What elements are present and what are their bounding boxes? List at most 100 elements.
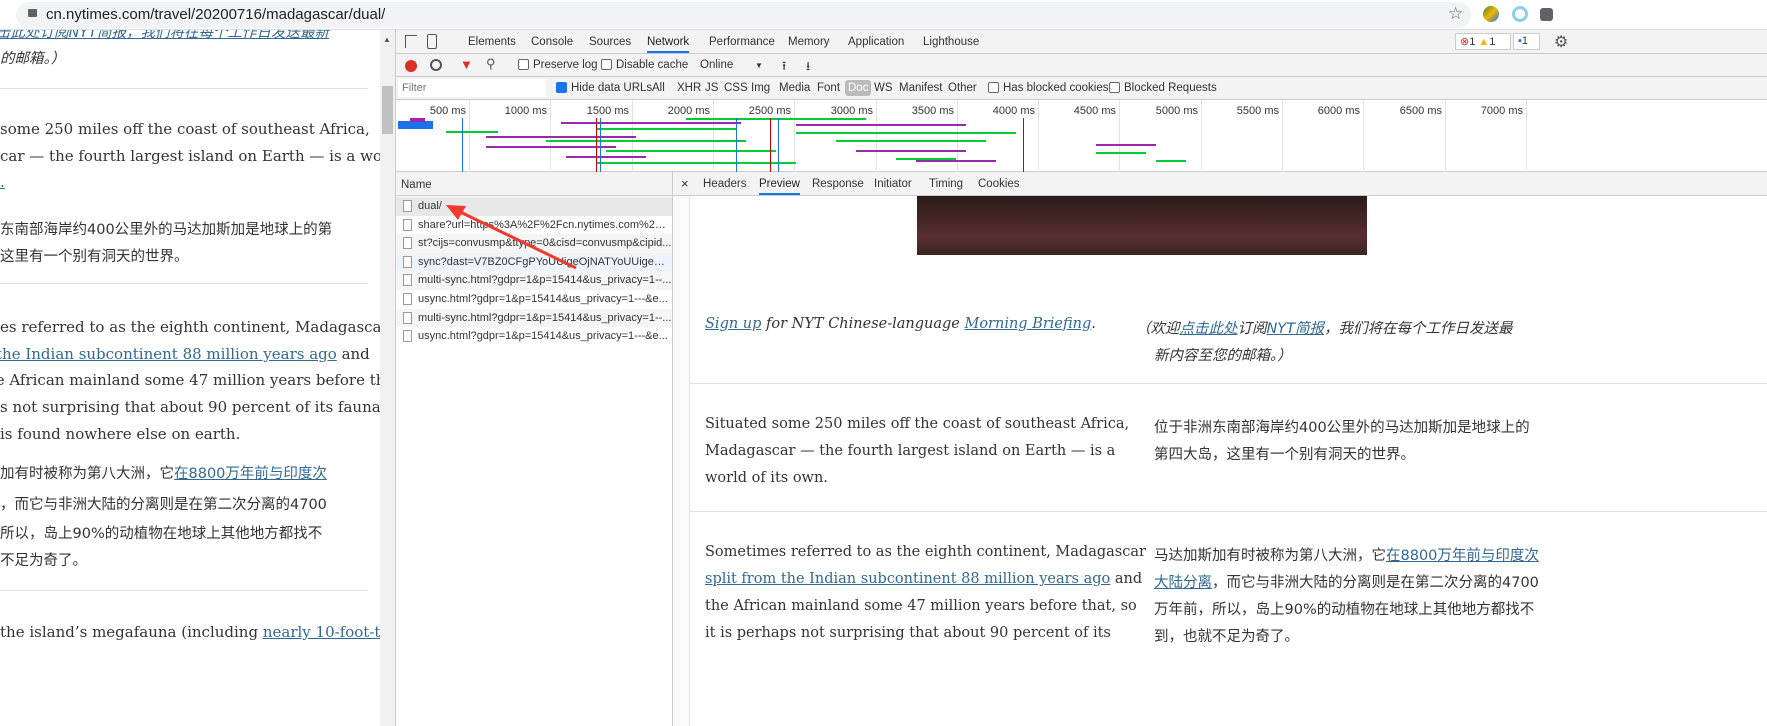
devtools-tabbar: Elements Console Sources Network Performance… <box>396 30 1767 54</box>
waterfall-bar <box>561 122 741 124</box>
label: Blocked Requests <box>1124 82 1217 94</box>
messages-counter[interactable]: ▪1 <box>1513 33 1540 50</box>
scroll-thumb[interactable] <box>382 86 393 134</box>
name-column-header[interactable]: Name <box>396 172 672 196</box>
timeline-tick: 4500 ms <box>1073 105 1116 117</box>
inspect-icon[interactable] <box>405 35 417 48</box>
star-icon[interactable]: ☆ <box>1448 4 1463 24</box>
annotation-arrow <box>446 205 577 270</box>
settings-gear-icon[interactable]: ⚙ <box>1554 32 1568 52</box>
cn-split-link[interactable]: 在8800万年前与印度次 <box>1386 548 1539 564</box>
timing-marker-line <box>1023 118 1024 172</box>
text: ，而它与非洲大陆的分离则是在第二次分离的4700 <box>1212 575 1539 591</box>
cn-signup-line-2: 新内容至您的邮箱。） <box>1154 348 1292 364</box>
type-filter-css[interactable]: CSS <box>724 82 748 94</box>
filter-funnel-icon[interactable]: ▼ <box>460 57 473 72</box>
page-scrollbar[interactable]: ▲ <box>380 30 395 726</box>
search-icon[interactable]: ⚲ <box>486 56 496 72</box>
cn-split-link-2[interactable]: 大陆分离 <box>1154 575 1212 591</box>
tab-network[interactable]: Network <box>647 36 690 53</box>
cn-split-link[interactable]: 在8800万年前与印度次 <box>174 466 327 482</box>
type-filter-xhr[interactable]: XHR <box>677 82 701 94</box>
type-filter-ws[interactable]: WS <box>874 82 893 94</box>
lock-icon[interactable] <box>28 9 37 17</box>
close-icon[interactable]: × <box>681 176 689 191</box>
clear-icon[interactable] <box>430 59 442 71</box>
extension-icon[interactable] <box>1483 6 1499 22</box>
import-har-icon[interactable]: ⭱ <box>782 57 786 78</box>
detail-tabbar: × Headers Preview Response Initiator Timing C… <box>673 172 1767 196</box>
hide-data-urls-checkbox[interactable]: Hide data URLs <box>556 82 652 94</box>
text-line: 不足为奇了。 <box>0 553 87 569</box>
issues-counter[interactable]: ⊗1 ▲1 <box>1455 33 1511 50</box>
device-toggle-icon[interactable] <box>427 34 437 49</box>
label: Hide data URLs <box>571 82 653 94</box>
clipped-link[interactable]: 击此处订阅NYT简报，我们将在每个工作日发送最新 <box>0 30 329 41</box>
request-row[interactable]: usync.html?gdpr=1&p=15414&us_privacy=1--… <box>396 327 672 346</box>
cn-briefing-link[interactable]: NYT简报 <box>1267 321 1325 337</box>
waterfall-bar <box>796 124 966 126</box>
preserve-log-checkbox[interactable]: Preserve log <box>518 59 598 71</box>
tab-console[interactable]: Console <box>531 36 573 48</box>
preview-pane: Sign up for NYT Chinese-language Morning… <box>673 196 1767 726</box>
type-filter-img[interactable]: Img <box>751 82 770 94</box>
detail-tab-cookies[interactable]: Cookies <box>978 178 1020 190</box>
export-har-icon[interactable]: ⭳ <box>806 57 810 78</box>
waterfall-bar <box>398 121 433 129</box>
tab-elements[interactable]: Elements <box>468 36 516 48</box>
type-filter-other[interactable]: Other <box>948 82 977 94</box>
tab-application[interactable]: Application <box>848 36 904 48</box>
error-count: 1 <box>1469 36 1476 48</box>
preview-gutter <box>673 196 690 726</box>
request-row[interactable]: usync.html?gdpr=1&p=15414&us_privacy=1--… <box>396 290 672 309</box>
timeline-tick: 2500 ms <box>748 105 791 117</box>
cn-signup-link[interactable]: 点击此处 <box>1180 321 1238 337</box>
detail-tab-preview[interactable]: Preview <box>759 178 800 195</box>
type-filter-doc[interactable]: Doc <box>845 80 872 96</box>
disable-cache-checkbox[interactable]: Disable cache <box>601 59 688 71</box>
blocked-cookies-checkbox[interactable]: Has blocked cookies <box>988 82 1108 94</box>
p1-line: Situated some 250 miles off the coast of… <box>705 416 1130 432</box>
briefing-link[interactable]: Morning Briefing <box>964 316 1091 332</box>
text-line: 所以，岛上90%的动植物在地球上其他地方都找不 <box>0 526 323 542</box>
network-overview-timeline[interactable]: 500 ms 1000 ms 1500 ms 2000 ms 2500 ms 3000 m… <box>396 100 1767 172</box>
throttle-select[interactable]: Online ▼ <box>700 59 770 71</box>
scroll-up-icon[interactable]: ▲ <box>383 35 391 44</box>
tab-sources[interactable]: Sources <box>589 36 631 48</box>
dropdown-arrow-icon: ▼ <box>755 61 763 70</box>
filter-bar: Hide data URLs All XHR JS CSSImg Media Font Do… <box>396 77 1767 100</box>
request-name: multi-sync.html?gdpr=1&p=15414&us_privac… <box>418 311 672 324</box>
type-filter-font[interactable]: Font <box>817 82 840 94</box>
document-icon <box>403 274 412 287</box>
blocked-requests-checkbox[interactable]: Blocked Requests <box>1109 82 1217 94</box>
tab-lighthouse[interactable]: Lighthouse <box>923 36 979 48</box>
detail-tab-headers[interactable]: Headers <box>703 178 746 190</box>
type-filter-all[interactable]: All <box>652 82 665 94</box>
type-filter-manifest[interactable]: Manifest <box>899 82 942 94</box>
split-link[interactable]: split from the Indian subcontinent 88 mi… <box>705 571 1110 587</box>
link-dot[interactable]: . <box>0 173 5 191</box>
timing-marker-line <box>462 118 463 172</box>
clipped-line: 击此处订阅NYT简报，我们将在每个工作日发送最新 <box>0 30 329 42</box>
detail-tab-response[interactable]: Response <box>812 178 864 190</box>
request-row[interactable]: multi-sync.html?gdpr=1&p=15414&us_privac… <box>396 308 672 328</box>
text-line: s not surprising that about 90 percent o… <box>0 398 380 416</box>
puzzle-icon[interactable] <box>1540 8 1553 21</box>
url-text[interactable]: cn.nytimes.com/travel/20200716/madagasca… <box>46 6 385 23</box>
tab-memory[interactable]: Memory <box>788 36 830 48</box>
tab-performance[interactable]: Performance <box>709 36 775 48</box>
split-link[interactable]: the Indian subcontinent 88 million years… <box>0 345 337 363</box>
waterfall-bar <box>856 150 966 152</box>
record-icon[interactable] <box>405 60 417 72</box>
filter-input[interactable] <box>398 79 546 97</box>
detail-tab-timing[interactable]: Timing <box>929 178 963 190</box>
detail-tab-initiator[interactable]: Initiator <box>874 178 912 190</box>
divider <box>690 511 1767 512</box>
fauna-link[interactable]: nearly 10-foot-tall <box>263 623 380 641</box>
extension-ring-icon[interactable] <box>1512 6 1528 22</box>
type-filter-js[interactable]: JS <box>705 82 718 94</box>
signup-link[interactable]: Sign up <box>705 316 761 332</box>
p2-cn-line: 马达加斯加有时被称为第八大洲，它在8800万年前与印度次 <box>1154 544 1539 565</box>
document-icon <box>403 311 412 324</box>
type-filter-media[interactable]: Media <box>779 82 810 94</box>
